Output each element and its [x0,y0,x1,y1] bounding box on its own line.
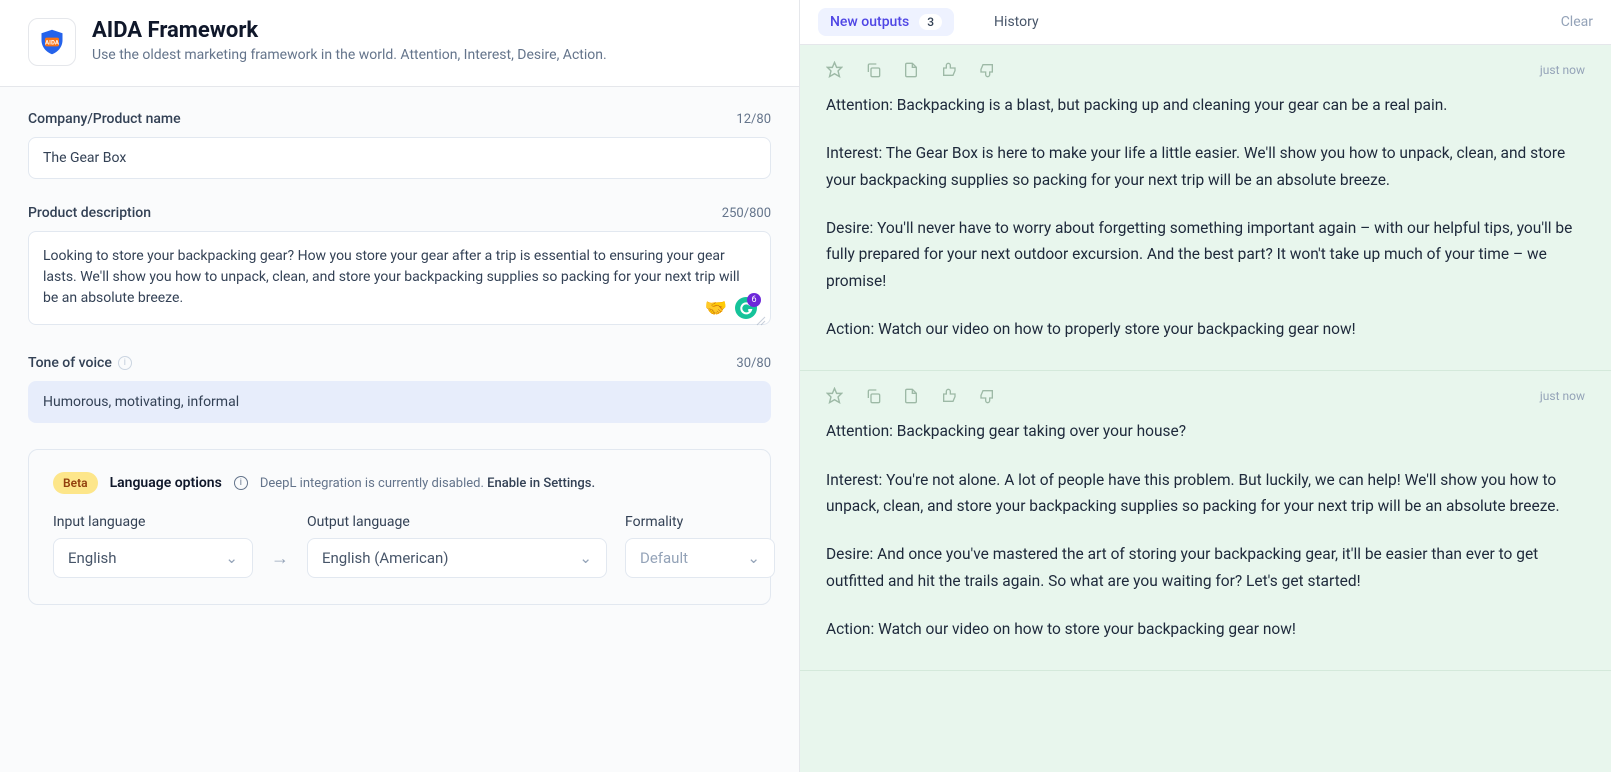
form-area: Company/Product name 12/80 Product descr… [0,87,799,629]
info-icon[interactable]: i [234,476,248,490]
output-paragraph: Attention: Backpacking gear taking over … [826,418,1585,444]
chevron-down-icon: ⌄ [747,549,760,567]
copy-icon[interactable] [865,388,881,404]
output-paragraph: Desire: You'll never have to worry about… [826,215,1585,294]
tab-history[interactable]: History [982,8,1051,36]
left-panel: AIDA AIDA Framework Use the oldest marke… [0,0,800,772]
company-label: Company/Product name [28,111,181,127]
resize-handle-icon[interactable] [755,315,767,327]
page-subtitle: Use the oldest marketing framework in th… [92,47,771,63]
output-paragraph: Interest: The Gear Box is here to make y… [826,140,1585,193]
output-paragraph: Action: Watch our video on how to store … [826,616,1585,642]
thumbs-down-icon[interactable] [979,388,995,404]
output-body: Attention: Backpacking is a blast, but p… [826,92,1585,342]
info-icon[interactable]: i [118,356,132,370]
description-field: Product description 250/800 🤝 6 [28,205,771,329]
grammarly-icon[interactable]: 6 [735,297,757,319]
thumbs-up-icon[interactable] [941,388,957,404]
enable-settings-link[interactable]: Enable in Settings. [487,476,595,491]
copy-icon[interactable] [865,62,881,78]
tone-field: Tone of voice i 30/80 [28,355,771,423]
description-counter: 250/800 [722,206,771,221]
output-toolbar: just now [826,61,1585,78]
description-input[interactable] [28,231,771,325]
svg-text:AIDA: AIDA [45,40,60,47]
arrow-right-icon: → [271,548,289,569]
chevron-down-icon: ⌄ [579,549,592,567]
header: AIDA AIDA Framework Use the oldest marke… [0,0,799,87]
right-panel: New outputs 3 History Clear just now Atte… [800,0,1611,772]
company-counter: 12/80 [736,112,771,127]
output-card: just now Attention: Backpacking is a blas… [800,45,1611,371]
clear-button[interactable]: Clear [1561,14,1593,30]
language-note: DeepL integration is currently disabled.… [260,476,595,491]
tabs-row: New outputs 3 History Clear [800,0,1611,45]
output-language-select[interactable]: English (American) ⌄ [307,538,607,578]
output-language-label: Output language [307,514,607,530]
output-body: Attention: Backpacking gear taking over … [826,418,1585,642]
language-options-box: Beta Language options i DeepL integratio… [28,449,771,605]
tab-new-outputs[interactable]: New outputs 3 [818,8,954,36]
output-paragraph: Interest: You're not alone. A lot of peo… [826,467,1585,520]
chevron-down-icon: ⌄ [225,549,238,567]
company-input[interactable] [28,137,771,179]
outputs-list: just now Attention: Backpacking is a blas… [800,45,1611,772]
star-icon[interactable] [826,61,843,78]
app-icon: AIDA [28,18,76,66]
handshake-icon[interactable]: 🤝 [705,298,727,319]
page-title: AIDA Framework [92,18,771,43]
tone-counter: 30/80 [736,356,771,371]
input-language-label: Input language [53,514,253,530]
formality-label: Formality [625,514,775,530]
tone-label: Tone of voice [28,355,112,371]
beta-badge: Beta [53,472,98,494]
outputs-count-badge: 3 [919,14,942,30]
output-paragraph: Attention: Backpacking is a blast, but p… [826,92,1585,118]
thumbs-up-icon[interactable] [941,62,957,78]
output-paragraph: Desire: And once you've mastered the art… [826,541,1585,594]
company-field: Company/Product name 12/80 [28,111,771,179]
star-icon[interactable] [826,387,843,404]
output-card: just now Attention: Backpacking gear taki… [800,371,1611,671]
document-icon[interactable] [903,388,919,404]
output-toolbar: just now [826,387,1585,404]
output-timestamp: just now [1540,389,1585,403]
language-options-title: Language options [110,475,222,491]
input-language-select[interactable]: English ⌄ [53,538,253,578]
description-label: Product description [28,205,151,221]
output-timestamp: just now [1540,63,1585,77]
thumbs-down-icon[interactable] [979,62,995,78]
aida-shield-icon: AIDA [38,28,66,56]
formality-select[interactable]: Default ⌄ [625,538,775,578]
output-paragraph: Action: Watch our video on how to proper… [826,316,1585,342]
document-icon[interactable] [903,62,919,78]
tone-input[interactable] [28,381,771,423]
